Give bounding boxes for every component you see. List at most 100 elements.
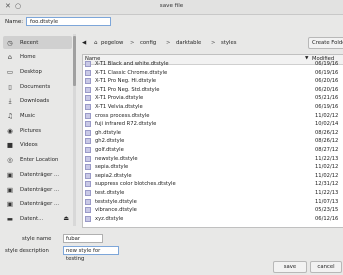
drive-icon: ▣ <box>6 200 14 209</box>
file-list: Name ▼ Modified X-T1 Black and white.dts… <box>82 54 343 228</box>
breadcrumb-separator: > <box>166 40 171 46</box>
sidebar-item-label: Datenträger ... <box>20 186 60 193</box>
music-icon: ♫ <box>7 112 13 120</box>
file-icon <box>85 61 91 67</box>
file-icon <box>85 138 91 145</box>
sidebar-scroll-thumb[interactable] <box>73 36 76 86</box>
file-row[interactable]: X-T1 Pro Neg. Std.dtstyle 06/20/16 <box>83 86 343 95</box>
style-description-input[interactable]: new style for testing <box>63 246 119 262</box>
file-row[interactable]: X-T1 Black and white.dtstyle 06/19/16 <box>83 60 343 69</box>
eject-icon[interactable]: ⏏ <box>63 215 69 222</box>
file-row[interactable]: golf.dtstyle 08/27/12 <box>83 146 343 155</box>
file-icon <box>85 190 91 196</box>
sidebar-item-label: Music <box>20 113 36 119</box>
sidebar-item[interactable]: ■ Videos <box>3 139 72 152</box>
file-row[interactable]: X-T1 Classic Chrome.dtstyle 06/19/16 <box>83 69 343 78</box>
home-icon: ⌂ <box>7 53 13 62</box>
video-icon: ■ <box>6 141 14 150</box>
file-icon <box>85 155 91 162</box>
file-name: newstyle.dtstyle <box>95 155 138 162</box>
file-modified: 11/07/13 <box>315 198 339 205</box>
sidebar-item[interactable]: ◎ Enter Location <box>3 154 72 167</box>
breadcrumb-item[interactable]: config <box>140 40 156 46</box>
file-row[interactable]: newstyle.dtstyle 11/22/13 <box>83 155 343 164</box>
save-button[interactable]: save <box>273 261 307 273</box>
back-icon[interactable]: ◀ <box>82 40 86 46</box>
file-icon <box>85 86 91 93</box>
file-modified: 08/26/12 <box>315 138 339 145</box>
file-icon <box>85 104 91 110</box>
file-icon <box>85 112 91 119</box>
file-name: test.dtstyle <box>95 190 125 196</box>
window-title: save file <box>159 3 184 9</box>
sidebar-item[interactable]: ▣ Datenträger ... <box>3 198 72 211</box>
file-icon <box>85 121 91 128</box>
file-row[interactable]: sepia2.dtstyle 11/02/12 <box>83 172 343 181</box>
file-row[interactable]: cross process.dtstyle 11/02/12 <box>83 112 343 121</box>
file-icon <box>85 215 91 222</box>
sidebar-item[interactable]: ▬ Datent... ⏏ <box>3 212 72 225</box>
file-row[interactable]: fuji infrared R72.dtstyle 10/02/14 <box>83 120 343 129</box>
file-name: X-T1 Pro Neg. Hi.dtstyle <box>95 78 157 85</box>
file-name: golf.dtstyle <box>95 147 124 153</box>
sidebar-item[interactable]: ⤓ Downloads <box>3 95 72 108</box>
file-name: sepia2.dtstyle <box>95 172 132 179</box>
sidebar-item-label: Home <box>20 54 36 61</box>
file-modified: 12/31/12 <box>315 181 339 188</box>
style-name-input[interactable]: fubar <box>63 234 103 243</box>
sidebar-item[interactable]: ▣ Datenträger ... <box>3 168 72 181</box>
file-row[interactable]: gh2.dtstyle 08/26/12 <box>83 137 343 146</box>
file-modified: 10/02/14 <box>315 121 339 128</box>
file-modified: 11/22/13 <box>315 190 339 196</box>
file-row[interactable]: sepia.dtstyle 11/02/12 <box>83 163 343 172</box>
file-row[interactable]: teststyle.dtstyle 11/07/13 <box>83 198 343 207</box>
file-modified: 11/02/12 <box>315 172 339 179</box>
drive-icon: ▬ <box>6 214 14 223</box>
clock-icon: ◷ <box>7 38 13 47</box>
file-modified: 06/19/16 <box>315 104 339 110</box>
file-icon <box>85 181 91 188</box>
file-name: cross process.dtstyle <box>95 112 150 119</box>
sidebar-item[interactable]: ◉ Pictures <box>3 124 72 137</box>
file-name: X-T1 Velvia.dtstyle <box>95 104 143 110</box>
cancel-button[interactable]: cancel <box>310 261 342 273</box>
sidebar-item[interactable]: ♫ Music <box>3 110 72 123</box>
breadcrumb-item[interactable]: styles <box>221 40 236 46</box>
file-icon <box>85 198 91 205</box>
sidebar-item-label: Enter Location <box>20 157 59 164</box>
file-icon <box>85 147 91 153</box>
sidebar-item[interactable]: ⌂ Home <box>3 51 72 64</box>
create-folder-button[interactable]: Create Folder <box>308 37 343 49</box>
sidebar-item[interactable]: ◷ Recent <box>3 36 72 49</box>
file-modified: 06/12/16 <box>315 215 339 222</box>
file-row[interactable]: xyz.dtstyle 06/12/16 <box>83 215 343 224</box>
sidebar-item[interactable]: ▣ Datenträger ... <box>3 183 72 196</box>
file-row[interactable]: vibrance.dtstyle 05/23/15 <box>83 206 343 215</box>
file-row[interactable]: X-T1 Velvia.dtstyle 06/19/16 <box>83 103 343 112</box>
name-label: Name: <box>5 19 24 25</box>
file-modified: 11/02/12 <box>315 112 339 119</box>
file-row[interactable]: test.dtstyle 11/22/13 <box>83 189 343 198</box>
breadcrumb: ◀ ⌂ pegelow > config > darktable > style… <box>82 38 343 49</box>
desktop-icon: ▭ <box>6 67 14 76</box>
style-description-label: style description <box>5 248 49 254</box>
sidebar-item[interactable]: ▯ Documents <box>3 80 72 93</box>
file-name: suppress color blotches.dtstyle <box>95 181 176 188</box>
file-row[interactable]: X-T1 Pro Neg. Hi.dtstyle 06/20/16 <box>83 77 343 86</box>
filename-input[interactable]: foo.dtstyle <box>26 17 111 26</box>
file-row[interactable]: suppress color blotches.dtstyle 12/31/12 <box>83 180 343 189</box>
sidebar-item[interactable]: ▭ Desktop <box>3 65 72 78</box>
file-modified: 06/19/16 <box>315 69 339 76</box>
sidebar-item-label: Pictures <box>20 127 41 134</box>
breadcrumb-item[interactable]: darktable <box>176 40 201 46</box>
file-row[interactable]: gh.dtstyle 08/26/12 <box>83 129 343 138</box>
sidebar-scrollbar[interactable] <box>73 34 76 226</box>
breadcrumb-item[interactable]: pegelow <box>101 40 123 46</box>
sidebar-item-label: Recent <box>20 39 39 46</box>
name-row: Name: foo.dtstyle <box>0 16 343 29</box>
home-icon[interactable]: ⌂ <box>94 40 98 46</box>
location-icon: ◎ <box>7 156 13 165</box>
file-modified: 06/20/16 <box>315 78 339 85</box>
file-row[interactable]: X-T1 Provia.dtstyle 05/21/16 <box>83 94 343 103</box>
download-icon: ⤓ <box>8 96 12 105</box>
